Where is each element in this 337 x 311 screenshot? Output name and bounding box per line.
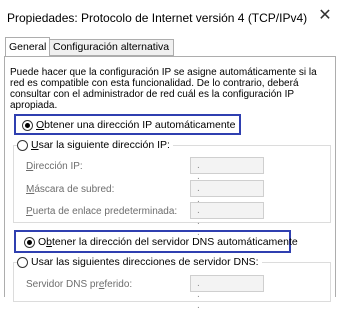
use-following-ip-label: Usar la siguiente dirección IP: xyxy=(31,139,170,151)
obtain-ip-automatically-label: Obtener una dirección IP automáticamente xyxy=(36,119,236,131)
tab-strip: Configuración alternativa General xyxy=(0,36,337,57)
obtain-dns-automatically-radio[interactable]: Obtener la dirección del servidor DNS au… xyxy=(24,235,298,249)
title-bar: Propiedades: Protocolo de Internet versi… xyxy=(0,0,337,34)
obtain-ip-automatically-radio[interactable]: Obtener una dirección IP automáticamente xyxy=(22,118,235,132)
window-title: Propiedades: Protocolo de Internet versi… xyxy=(7,11,308,25)
preferred-dns-label: Servidor DNS preferido: xyxy=(26,279,133,290)
general-tab-panel: Puede hacer que la configuración IP se a… xyxy=(4,56,336,311)
radio-unselected-icon xyxy=(17,139,28,151)
subnet-mask-label: Máscara de subred: xyxy=(26,184,115,195)
radio-selected-icon xyxy=(22,119,33,131)
description-line: apropiada. xyxy=(10,100,58,111)
radio-selected-icon xyxy=(24,236,35,248)
description-line: red es compatible con esta funcionalidad… xyxy=(10,78,299,89)
default-gateway-label: Puerta de enlace predeterminada: xyxy=(26,206,178,217)
preferred-dns-field: . . . xyxy=(190,275,264,311)
description-line: consultar con el administrador de red cu… xyxy=(10,89,295,100)
close-icon[interactable]: ✕ xyxy=(317,6,333,26)
subnet-mask-field: . . . xyxy=(190,180,264,216)
default-gateway-field: . . . xyxy=(190,202,264,238)
use-following-ip-radio[interactable]: Usar la siguiente dirección IP: xyxy=(17,138,173,152)
description-text: Puede hacer que la configuración IP se a… xyxy=(10,67,325,111)
use-following-dns-label: Usar las siguientes direcciones de servi… xyxy=(31,256,259,268)
obtain-dns-automatically-label: Obtener la dirección del servidor DNS au… xyxy=(38,236,298,248)
use-following-dns-radio[interactable]: Usar las siguientes direcciones de servi… xyxy=(17,255,262,269)
tab-general[interactable]: General xyxy=(5,37,51,57)
ip-address-field: . . . xyxy=(190,157,264,193)
radio-unselected-icon xyxy=(17,256,28,268)
description-line: Puede hacer que la configuración IP se a… xyxy=(10,67,317,78)
ip-address-label: Dirección IP: xyxy=(26,161,83,172)
tab-alternate-configuration[interactable]: Configuración alternativa xyxy=(48,39,175,56)
